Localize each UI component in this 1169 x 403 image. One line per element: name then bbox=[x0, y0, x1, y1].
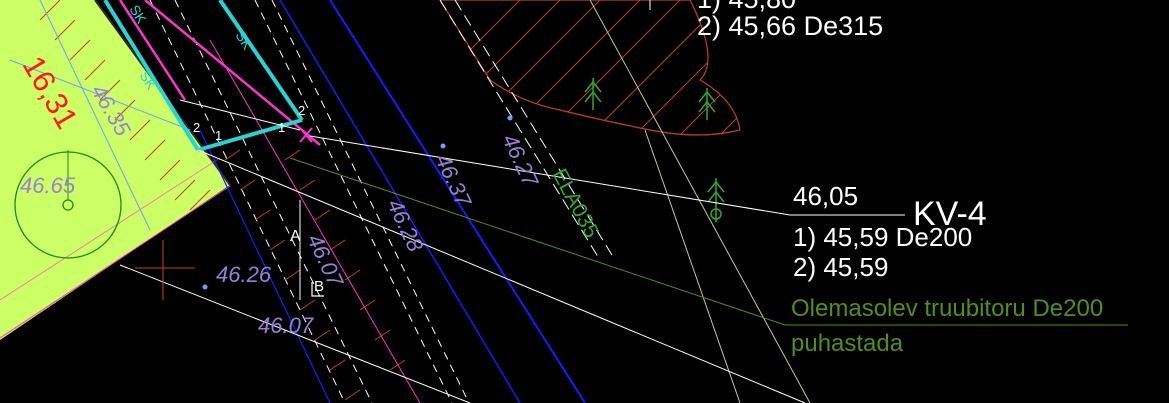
point-number: 2 bbox=[298, 103, 306, 118]
point-number: 1 bbox=[278, 120, 286, 135]
elevation-label: 46.26 bbox=[216, 262, 272, 287]
note-line2: puhastada bbox=[791, 330, 904, 357]
note-leader-line bbox=[289, 157, 786, 326]
tree-symbol-icon bbox=[584, 78, 602, 110]
kv4-line1: 1) 45,59 De200 bbox=[793, 222, 973, 252]
tree-symbol-icon bbox=[698, 88, 716, 120]
cad-drawing-viewport[interactable]: 1) 45,80 2) 45,66 De315 46,05 KV-4 1) 45… bbox=[0, 0, 1169, 403]
kv4-ground-level: 46,05 bbox=[793, 181, 859, 211]
lawn-area bbox=[0, 0, 230, 340]
kv4-line2: 2) 45,59 bbox=[793, 252, 889, 282]
point-number: 1 bbox=[215, 128, 223, 143]
elevation-label: 46.07 bbox=[258, 313, 314, 338]
tree-symbol-icon bbox=[707, 178, 725, 222]
marker-letter: B bbox=[314, 278, 325, 295]
leader-lines bbox=[119, 0, 905, 403]
marker-letter: A bbox=[290, 228, 301, 245]
elevation-label: 46.65 bbox=[20, 173, 76, 198]
pipe-end-marker bbox=[299, 127, 313, 143]
forest-area-outline bbox=[439, 0, 741, 136]
top-block-line2: 2) 45,66 De315 bbox=[697, 11, 884, 41]
point-number: 2 bbox=[193, 120, 201, 135]
note-line1: Olemasolev truubitoru De200 bbox=[791, 295, 1104, 322]
